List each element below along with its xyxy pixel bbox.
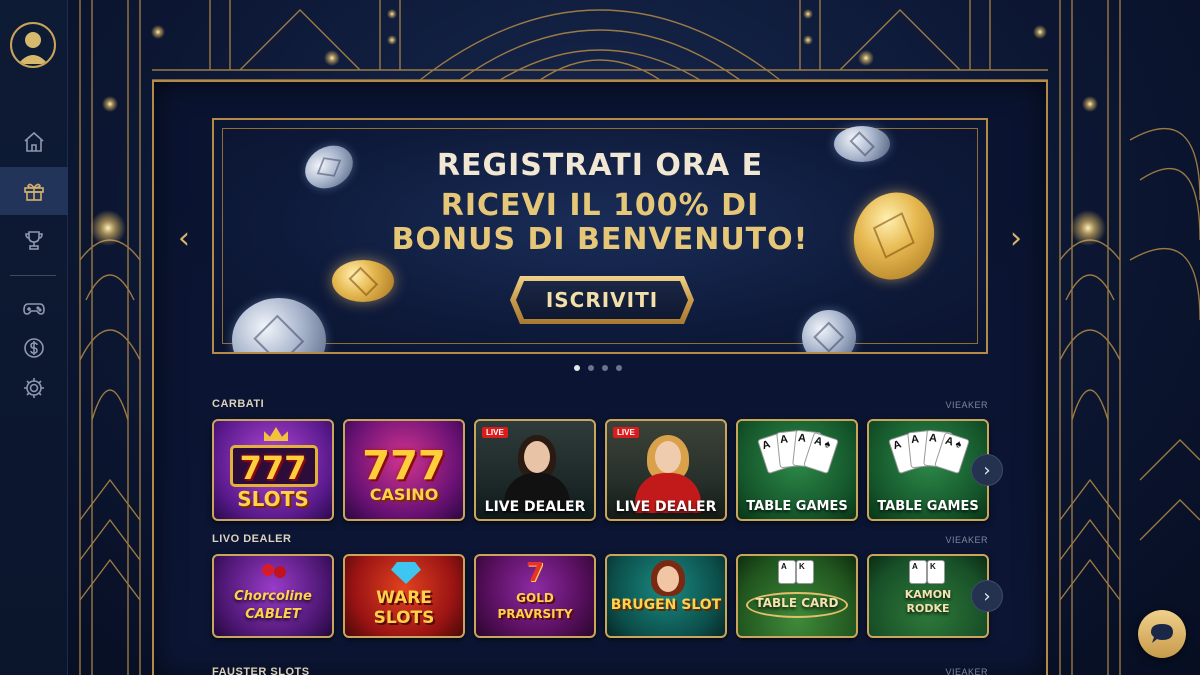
tile-label: TABLE GAMES [746,499,848,514]
crown-icon [264,427,288,441]
banner-next-arrow[interactable]: › [1004,221,1028,256]
section-title: LIVO DEALER [212,533,292,545]
tile-label: KAMON RODKE [904,588,952,615]
sidebar-divider [10,275,56,276]
game-tile-brugen-slot[interactable]: BRUGEN SLOT [605,554,727,638]
promo-banner: REGISTRATI ORA E RICEVI IL 100% DI BONUS… [212,118,988,354]
game-tile-slots[interactable]: 777 SLOTS [212,419,334,521]
tile-label: GOLD PRAVRSITY [497,591,573,621]
tile-label: SLOTS [237,487,309,511]
playing-card: A [778,560,796,584]
banner-prev-arrow[interactable]: ‹ [172,221,196,256]
sidebar-item-settings[interactable] [0,364,68,412]
gift-icon [24,183,44,201]
tile-big-text: 777 [362,443,446,489]
view-all-link[interactable]: VIEAKER [945,667,988,675]
carousel-dot[interactable] [602,365,608,371]
dealer-face [524,441,550,473]
game-tile-live-dealer[interactable]: LIVE LIVE DEALER [474,419,596,521]
character-face [657,566,679,592]
section-title: FAUSTER SLOTS [212,666,310,675]
dollar-icon [24,338,44,358]
tile-label: TABLE GAMES [877,499,979,514]
carousel-dot[interactable] [574,365,580,371]
tile-label: BRUGEN SLOT [610,597,722,613]
game-tile-ware-slots[interactable]: WARE SLOTS [343,554,465,638]
home-icon [24,131,44,152]
game-tile-chorcoline-cablet[interactable]: Chorcoline CABLET [212,554,334,638]
sidebar-item-trophy[interactable] [0,216,68,264]
game-tile-table-games[interactable]: A A A A ♠ TABLE GAMES [736,419,858,521]
carousel-dot[interactable] [588,365,594,371]
game-row: 777 SLOTS 777 CASINO LIVE LIVE DEALER LI… [212,419,989,521]
banner-headline-line3: BONUS DI BENVENUTO! [391,222,809,257]
game-tile-live-dealer[interactable]: LIVE LIVE DEALER [605,419,727,521]
gamepad-icon [23,303,45,315]
dealer-face [655,441,681,473]
carousel-dot[interactable] [616,365,622,371]
tile-big-text: 7 [525,558,545,588]
tile-label: LIVE DEALER [484,499,586,515]
carousel-dots [574,365,622,371]
game-tile-casino[interactable]: 777 CASINO [343,419,465,521]
playing-card: A [909,560,927,584]
game-row: Chorcoline CABLET WARE SLOTS 7 GOLD PRAV… [212,554,989,638]
sidebar [0,0,68,675]
playing-card: K [927,560,945,584]
tile-label: TABLE CARD [755,596,839,610]
tile-label: WARE SLOTS [373,588,435,628]
gear-icon [24,378,44,398]
chat-bubble-icon [1151,624,1173,643]
diamond-icon [391,562,421,584]
signup-button[interactable]: ISCRIVITI [510,276,694,324]
chat-button[interactable] [1138,610,1186,658]
trophy-icon [25,231,43,250]
sidebar-item-gift[interactable] [0,167,68,215]
sidebar-item-home[interactable] [0,118,68,166]
signup-button-label: ISCRIVITI [516,281,688,319]
section-title: CARBATI [212,398,265,410]
tile-label: LIVE DEALER [615,499,717,515]
live-badge: LIVE [613,427,639,438]
user-icon [12,24,54,66]
game-tile-gold-pravrsity[interactable]: 7 GOLD PRAVRSITY [474,554,596,638]
live-badge: LIVE [482,427,508,438]
tile-label: Chorcoline CABLET [234,589,312,622]
view-all-link[interactable]: VIEAKER [945,400,988,410]
tile-big-text: 777 [239,449,307,487]
game-tile-table-card[interactable]: A K TABLE CARD [736,554,858,638]
gold-coin [332,260,394,302]
playing-card: K [796,560,814,584]
avatar[interactable] [10,22,56,68]
cherry-icon [274,566,286,578]
cherry-icon [262,564,274,576]
row-next-button[interactable]: › [971,454,1003,486]
row-next-button[interactable]: › [971,580,1003,612]
view-all-link[interactable]: VIEAKER [945,535,988,545]
banner-headline-line2: RICEVI IL 100% DI [440,188,760,223]
banner-headline-line1: REGISTRATI ORA E [436,148,764,183]
tile-label: CASINO [369,485,439,504]
